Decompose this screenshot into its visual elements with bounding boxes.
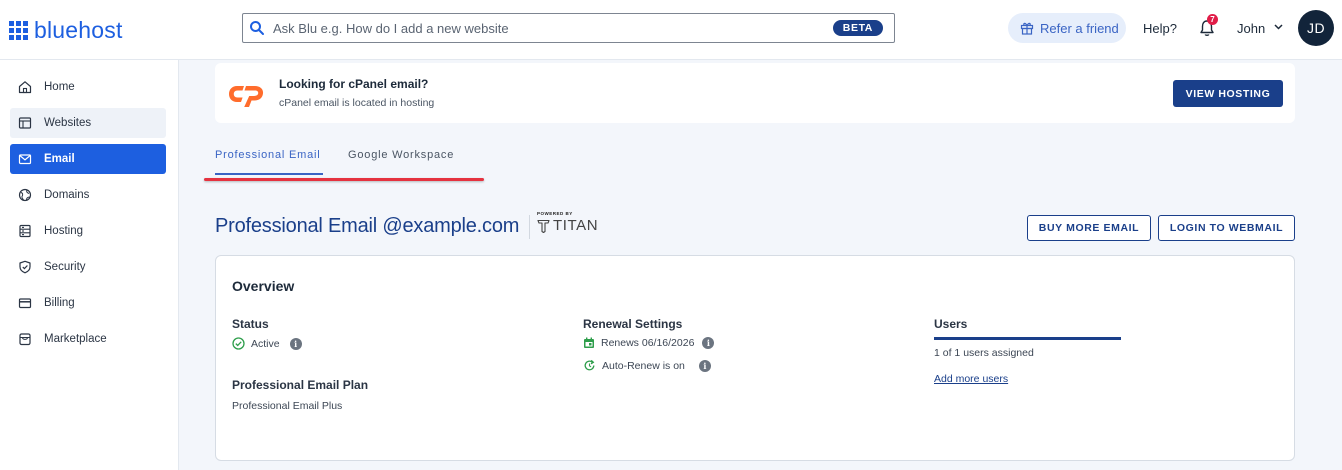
sidebar-item-hosting[interactable]: Hosting — [10, 216, 166, 246]
chevron-down-icon[interactable] — [1274, 24, 1283, 30]
avatar[interactable]: JD — [1298, 10, 1334, 46]
sidebar-item-label: Marketplace — [44, 333, 107, 345]
envelope-icon — [18, 154, 32, 165]
globe-icon — [18, 188, 32, 202]
sidebar-item-label: Billing — [44, 297, 75, 309]
top-header: bluehost BETA Refer a friend Help? 7 Joh… — [0, 0, 1342, 60]
home-icon — [18, 81, 32, 94]
logo-grid-icon — [9, 20, 28, 40]
info-icon[interactable]: i — [289, 337, 302, 350]
banner-subtitle: cPanel email is located in hosting — [279, 97, 435, 109]
logo-text: bluehost — [34, 17, 123, 43]
sidebar-item-home[interactable]: Home — [10, 72, 166, 102]
cpanel-email-banner: Looking for cPanel email? cPanel email i… — [215, 63, 1295, 123]
sidebar-item-websites[interactable]: Websites — [10, 108, 166, 138]
cpanel-logo-icon — [229, 86, 264, 107]
sidebar-item-label: Home — [44, 81, 75, 93]
refer-label: Refer a friend — [1040, 20, 1119, 36]
login-to-webmail-button[interactable]: LOGIN TO WEBMAIL — [1158, 215, 1295, 241]
users-progress-bar — [934, 337, 1121, 340]
bluehost-logo[interactable]: bluehost — [9, 17, 123, 43]
plan-value: Professional Email Plus — [232, 400, 343, 412]
buy-more-email-button[interactable]: BUY MORE EMAIL — [1027, 215, 1151, 241]
auto-renew-status: Auto-Renew is on — [602, 359, 685, 372]
search-icon — [250, 21, 264, 35]
store-icon — [19, 333, 31, 346]
status-label: Status — [232, 317, 269, 331]
sidebar-item-email[interactable]: Email — [10, 144, 166, 174]
auto-renew-row: Auto-Renew is on i — [583, 359, 711, 372]
status-value-row: Active i — [232, 337, 302, 350]
renews-row: Renews 06/16/2026 i — [583, 337, 715, 349]
sidebar-item-security[interactable]: Security — [10, 252, 166, 282]
plan-label: Professional Email Plan — [232, 378, 369, 392]
page-title: Professional Email @example.com — [215, 215, 520, 237]
gift-icon — [1020, 22, 1034, 35]
tab-professional-email[interactable]: Professional Email — [215, 149, 321, 161]
overview-title: Overview — [232, 278, 295, 294]
highlight-annotation-line — [204, 178, 484, 181]
sidebar-item-domains[interactable]: Domains — [10, 180, 166, 210]
active-tab-indicator — [215, 173, 323, 175]
users-assigned: 1 of 1 users assigned — [934, 347, 1034, 359]
sidebar-item-label: Security — [44, 261, 86, 273]
refer-a-friend-button[interactable]: Refer a friend — [1008, 13, 1126, 43]
tab-google-workspace[interactable]: Google Workspace — [348, 149, 454, 161]
sidebar-item-label: Domains — [44, 189, 90, 201]
sidebar-item-label: Websites — [44, 117, 92, 129]
sidebar: Home Websites Email Domains Hosting Secu… — [0, 60, 179, 470]
titan-wordmark: TITAN — [553, 217, 599, 234]
status-value: Active — [251, 337, 280, 350]
server-icon — [19, 224, 31, 238]
notification-badge: 7 — [1207, 14, 1218, 25]
user-menu-name[interactable]: John — [1237, 21, 1265, 36]
renews-date: Renews 06/16/2026 — [601, 337, 695, 349]
sidebar-item-billing[interactable]: Billing — [10, 288, 166, 318]
search-input[interactable] — [273, 20, 813, 36]
view-hosting-button[interactable]: VIEW HOSTING — [1173, 80, 1283, 107]
check-circle-icon — [232, 337, 245, 350]
add-more-users-link[interactable]: Add more users — [934, 373, 1008, 385]
title-divider — [529, 215, 530, 239]
banner-title: Looking for cPanel email? — [279, 77, 429, 91]
users-label: Users — [934, 317, 968, 331]
powered-by-titan-logo: POWERED BY TITAN — [537, 211, 598, 234]
browser-icon — [18, 117, 32, 129]
shield-icon — [19, 260, 31, 274]
sidebar-item-label: Hosting — [44, 225, 83, 237]
beta-badge: BETA — [832, 20, 883, 36]
search-bar[interactable]: BETA — [242, 13, 895, 43]
auto-renew-icon — [584, 359, 595, 371]
info-icon[interactable]: i — [702, 337, 715, 349]
info-icon[interactable]: i — [698, 359, 711, 372]
credit-card-icon — [18, 298, 32, 309]
powered-by-label: POWERED BY — [537, 211, 573, 216]
renewal-settings-label: Renewal Settings — [583, 317, 683, 331]
sidebar-item-label: Email — [44, 153, 75, 165]
overview-card: Overview Status Active i Professional Em… — [215, 255, 1295, 461]
calendar-icon — [584, 337, 594, 348]
titan-mark-icon — [537, 219, 550, 233]
help-link[interactable]: Help? — [1143, 21, 1177, 36]
sidebar-item-marketplace[interactable]: Marketplace — [10, 324, 166, 354]
